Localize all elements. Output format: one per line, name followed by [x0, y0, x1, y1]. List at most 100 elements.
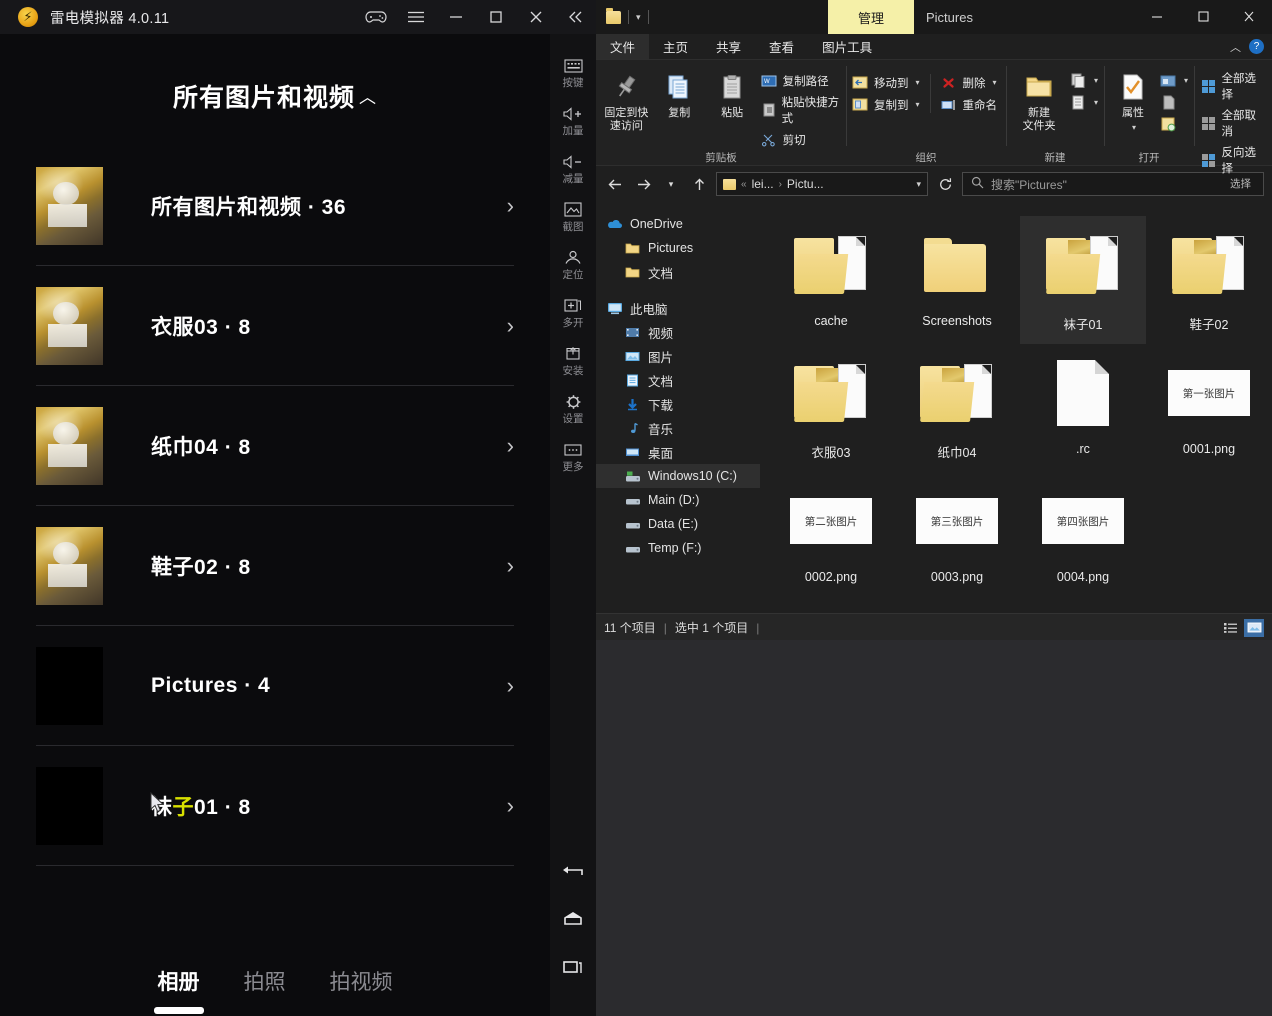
explorer-close-icon[interactable]	[1226, 0, 1272, 34]
nav-item-documents[interactable]: 文档	[596, 368, 760, 392]
refresh-icon[interactable]	[934, 177, 956, 192]
nav-item-pictures[interactable]: Pictures	[596, 236, 760, 260]
nav-item-desktop[interactable]: 桌面	[596, 440, 760, 464]
edit-button[interactable]	[1160, 94, 1188, 111]
pin-to-quick-access-button[interactable]: 固定到快 速访问	[602, 66, 651, 132]
album-row[interactable]: 纸巾04 · 8 ›	[36, 386, 514, 506]
nav-item-drive-d[interactable]: Main (D:)	[596, 488, 760, 512]
move-to-button[interactable]: 移动到 ▾	[852, 74, 920, 91]
properties-button[interactable]: 属性 ▾	[1110, 66, 1156, 132]
file-item-0003[interactable]: 第三张图片 0003.png	[894, 472, 1020, 600]
album-row[interactable]: 鞋子02 · 8 ›	[36, 506, 514, 626]
nav-item-downloads[interactable]: 下载	[596, 392, 760, 416]
delete-button[interactable]: 删除 ▾	[941, 74, 998, 91]
open-button[interactable]: ▾	[1160, 72, 1188, 89]
contextual-tab-manage[interactable]: 管理	[828, 0, 914, 34]
history-button[interactable]	[1160, 116, 1188, 133]
album-row[interactable]: 衣服03 · 8 ›	[36, 266, 514, 386]
up-arrow-icon[interactable]	[688, 172, 710, 196]
tab-file[interactable]: 文件	[596, 34, 650, 59]
file-item-xiezi02[interactable]: 鞋子02	[1146, 216, 1272, 344]
chevron-down-icon[interactable]: ▾	[1094, 98, 1098, 107]
new-folder-button[interactable]: 新建 文件夹	[1012, 66, 1066, 132]
help-icon[interactable]: ?	[1249, 39, 1264, 54]
tab-photo[interactable]: 拍照	[244, 966, 286, 1000]
album-row[interactable]: 所有图片和视频 · 36 ›	[36, 146, 514, 266]
nav-item-documents-onedrive[interactable]: 文档	[596, 260, 760, 284]
file-item-0001[interactable]: 第一张图片 0001.png	[1146, 344, 1272, 472]
details-view-icon[interactable]	[1220, 619, 1240, 637]
select-none-button[interactable]: 全部取消	[1200, 107, 1266, 139]
cut-button[interactable]: 剪切	[761, 131, 840, 148]
nav-item-onedrive[interactable]: OneDrive	[596, 212, 760, 236]
paste-shortcut-button[interactable]: 粘贴快捷方式	[761, 94, 840, 126]
explorer-minimize-icon[interactable]	[1134, 0, 1180, 34]
rail-item-volume-up[interactable]: 加量	[550, 96, 596, 144]
file-item-0004[interactable]: 第四张图片 0004.png	[1020, 472, 1146, 600]
menu-icon[interactable]	[396, 0, 436, 34]
chevron-down-icon[interactable]: ▾	[1132, 123, 1136, 132]
chevron-down-icon[interactable]: ▾	[916, 78, 920, 87]
explorer-maximize-icon[interactable]	[1180, 0, 1226, 34]
album-page-title[interactable]: 所有图片和视频 ︿	[0, 34, 550, 114]
nav-item-windows-drive[interactable]: Windows10 (C:)	[596, 464, 760, 488]
tab-share[interactable]: 共享	[702, 34, 755, 59]
file-item-yifu03[interactable]: 衣服03	[768, 344, 894, 472]
recent-dropdown-icon[interactable]: ▾	[660, 172, 682, 196]
copy-button[interactable]: 复制	[655, 66, 704, 120]
easy-access-button[interactable]: ▾	[1070, 94, 1098, 111]
album-row[interactable]: 袜子01 · 8 ›	[36, 746, 514, 866]
rail-item-screenshot[interactable]: 截图	[550, 192, 596, 240]
rail-item-multi-instance[interactable]: 多开	[550, 288, 596, 336]
maximize-icon[interactable]	[476, 0, 516, 34]
paste-button[interactable]: 粘贴	[708, 66, 757, 120]
back-arrow-icon[interactable]	[604, 172, 626, 196]
chevron-down-icon[interactable]: ▾	[1184, 76, 1188, 85]
chevron-down-icon[interactable]: ▾	[636, 12, 641, 23]
tab-view[interactable]: 查看	[755, 34, 808, 59]
chevron-down-icon[interactable]: ▾	[916, 179, 921, 190]
file-grid-pane[interactable]: cache Screenshots 袜子01 鞋子02 衣服03 纸巾04 .r…	[760, 202, 1272, 613]
album-row[interactable]: Pictures · 4 ›	[36, 626, 514, 746]
chevron-down-icon[interactable]: ▾	[993, 78, 997, 87]
rail-item-volume-down[interactable]: 减量	[550, 144, 596, 192]
breadcrumb-segment[interactable]: Pictu...	[787, 177, 824, 191]
tab-picture-tools[interactable]: 图片工具	[808, 34, 886, 59]
nav-item-music[interactable]: 音乐	[596, 416, 760, 440]
chevron-down-icon[interactable]: ▾	[1094, 76, 1098, 85]
breadcrumb-segment[interactable]: lei...	[752, 177, 774, 191]
rail-item-more[interactable]: 更多	[550, 432, 596, 480]
nav-item-videos[interactable]: 视频	[596, 320, 760, 344]
close-icon[interactable]	[516, 0, 556, 34]
copy-path-button[interactable]: W 复制路径	[761, 72, 840, 89]
rename-button[interactable]: 重命名	[941, 96, 997, 113]
rail-item-settings[interactable]: 设置	[550, 384, 596, 432]
quick-access-toolbar[interactable]: ▾	[596, 7, 649, 24]
back-icon[interactable]	[556, 858, 590, 884]
nav-item-pictures-pc[interactable]: 图片	[596, 344, 760, 368]
breadcrumb-path[interactable]: « lei... › Pictu... ▾	[716, 172, 928, 196]
tab-album[interactable]: 相册	[158, 966, 200, 1000]
nav-item-drive-e[interactable]: Data (E:)	[596, 512, 760, 536]
rail-item-location[interactable]: 定位	[550, 240, 596, 288]
large-icons-view-icon[interactable]	[1244, 618, 1264, 637]
file-item-0002[interactable]: 第二张图片 0002.png	[768, 472, 894, 600]
file-item-rc[interactable]: .rc	[1020, 344, 1146, 472]
select-all-button[interactable]: 全部选择	[1200, 70, 1266, 102]
invert-selection-button[interactable]: 反向选择	[1200, 144, 1266, 176]
file-item-cache[interactable]: cache	[768, 216, 894, 344]
new-item-button[interactable]: ▾	[1070, 72, 1098, 89]
gamepad-icon[interactable]	[356, 0, 396, 34]
copy-to-button[interactable]: 复制到 ▾	[852, 96, 920, 113]
recents-icon[interactable]	[556, 954, 590, 980]
chevron-down-icon[interactable]: ▾	[916, 100, 920, 109]
collapse-icon[interactable]	[556, 0, 596, 34]
rail-item-install[interactable]: 安装	[550, 336, 596, 384]
file-item-wazi01[interactable]: 袜子01	[1020, 216, 1146, 344]
forward-arrow-icon[interactable]	[632, 172, 654, 196]
nav-item-drive-f[interactable]: Temp (F:)	[596, 536, 760, 560]
nav-item-this-pc[interactable]: 此电脑	[596, 296, 760, 320]
home-icon[interactable]	[556, 906, 590, 932]
file-item-screenshots[interactable]: Screenshots	[894, 216, 1020, 344]
minimize-icon[interactable]	[436, 0, 476, 34]
